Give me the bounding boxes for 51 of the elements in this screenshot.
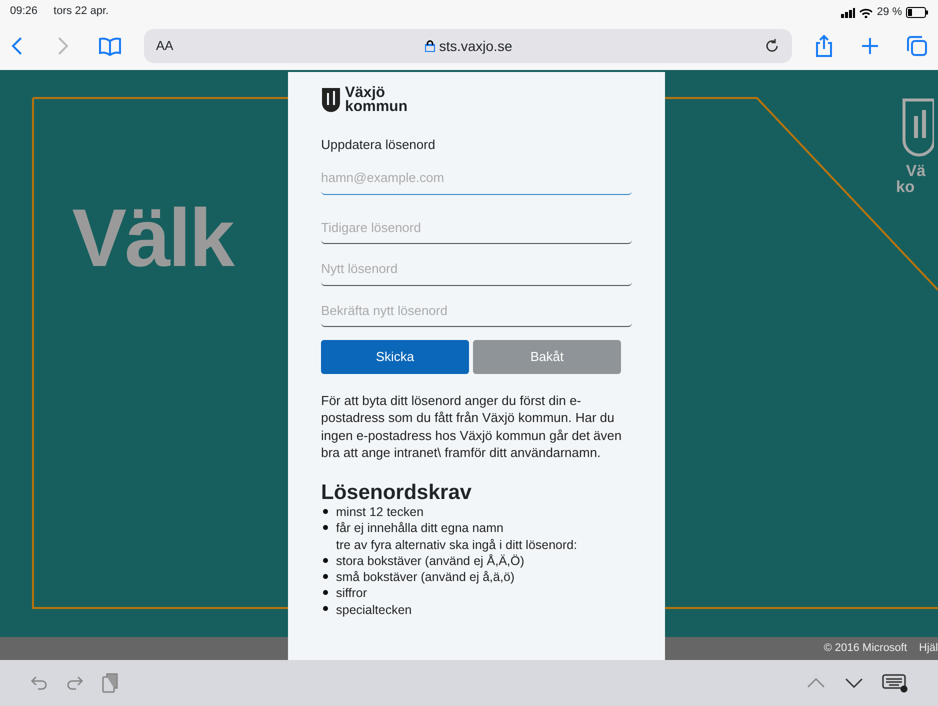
wifi-icon	[858, 8, 873, 18]
url-text[interactable]: sts.vaxjo.se	[439, 36, 512, 56]
bullet-icon	[323, 606, 328, 612]
undo-icon[interactable]	[30, 675, 48, 691]
copyright-text: © 2016 Microsoft	[824, 641, 908, 656]
input-field[interactable]: Tidigare lösenord	[321, 212, 632, 244]
plus-icon[interactable]	[860, 36, 880, 56]
share-icon[interactable]	[814, 34, 834, 58]
logo-text: Växjö	[345, 86, 386, 100]
logo-text: kommun	[345, 100, 408, 114]
help-link[interactable]: Hjäl	[919, 640, 938, 657]
bullet-icon	[323, 525, 328, 530]
status-date: tors 22 apr.	[54, 4, 109, 19]
redo-icon[interactable]	[66, 675, 84, 691]
welcome-heading: Välk	[72, 198, 233, 280]
status-time: 09:26	[10, 4, 38, 19]
input-field[interactable]: Nytt lösenord	[321, 253, 632, 286]
requirement-text: små bokstäver (använd ej å,ä,ö)	[336, 569, 515, 586]
reload-icon[interactable]	[764, 38, 780, 54]
bullet-icon	[323, 508, 328, 514]
keyboard-icon[interactable]	[882, 673, 908, 693]
lock-icon	[425, 40, 436, 52]
input-field[interactable]: hamn@example.com	[321, 162, 632, 194]
chevron-down-icon[interactable]	[844, 677, 864, 689]
crest-icon	[902, 98, 934, 158]
back-icon[interactable]	[10, 36, 24, 56]
submit-button[interactable]: Skicka	[321, 340, 469, 374]
tabs-icon[interactable]	[906, 35, 928, 57]
input-field[interactable]: Bekräfta nytt lösenord	[321, 294, 632, 327]
requirement-note: tre av fyra alternativ ska ingå i ditt lösenord:	[336, 536, 578, 553]
bullet-icon	[323, 574, 328, 579]
requirement-text: stora bokstäver (använd ej Å,Ä,Ö)	[336, 552, 524, 570]
logo-text: Vä	[906, 164, 927, 180]
form-title: Uppdatera lösenord	[321, 136, 436, 154]
requirement-text: minst 12 tecken	[336, 504, 424, 520]
crest-icon	[321, 87, 341, 114]
bullet-icon	[323, 558, 328, 563]
clipboard-icon[interactable]	[102, 673, 118, 693]
chevron-up-icon[interactable]	[806, 677, 826, 689]
bullet-icon	[323, 590, 328, 596]
book-icon[interactable]	[98, 36, 122, 56]
requirement-text: siffror	[336, 585, 368, 602]
battery-level: 29 %	[876, 5, 902, 20]
requirement-text: specialtecken	[336, 602, 412, 618]
requirements-heading: Lösenordskrav	[321, 481, 473, 504]
signal-icon	[840, 8, 855, 18]
logo-text: ko	[896, 180, 916, 196]
text-size-button[interactable]: AA	[156, 36, 174, 56]
info-paragraph: För att byta ditt lösenord anger du först din e-postadress som du fått från Växjö kommun. Har du ingen e-postadress hos Växjö kommun går det även bra att ange intranet\ framför ditt användarnamn.	[321, 392, 623, 462]
battery-icon	[906, 7, 928, 18]
requirement-text: får ej innehålla ditt egna namn	[336, 520, 504, 537]
